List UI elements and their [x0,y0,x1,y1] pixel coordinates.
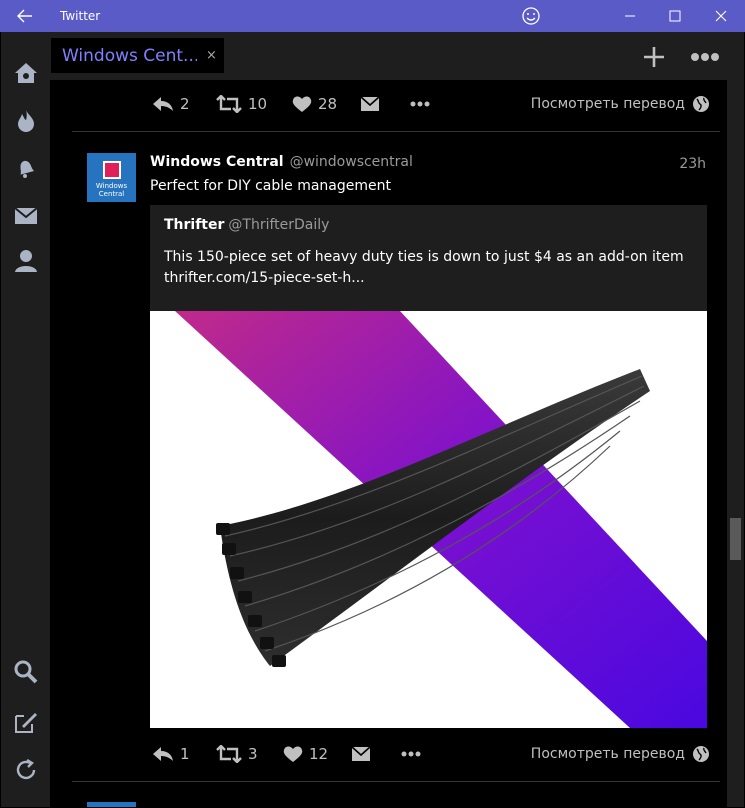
tweet-divider [72,781,720,782]
mail-icon [13,207,38,224]
window-title: Twitter [60,9,101,23]
dm-icon [360,96,380,111]
scrollbar-thumb[interactable] [730,518,741,560]
add-column-button[interactable] [639,42,669,72]
reply-icon [153,97,173,111]
heart-icon [283,746,303,762]
emoji-icon[interactable] [521,6,541,26]
more-icon [401,751,421,757]
author-name[interactable]: Windows Central [150,154,284,170]
maximize-icon [669,10,681,22]
reply-count: 1 [180,745,190,763]
prev-translate-link[interactable]: Посмотреть перевод [531,95,710,113]
back-arrow-icon [17,9,32,23]
avatar-text-line2: Central [98,190,125,198]
tweet-media-image[interactable] [150,311,707,728]
retweet-count: 3 [248,745,258,763]
prev-more-button[interactable] [410,101,430,107]
prev-like-button[interactable]: 28 [292,95,337,113]
prev-translate-label: Посмотреть перевод [530,96,685,112]
bell-icon [19,160,34,178]
close-button[interactable] [698,0,744,32]
quote-author-handle: @ThrifterDaily [228,217,330,233]
prev-retweet-count: 10 [248,95,268,113]
author-handle[interactable]: @windowscentral [290,154,413,170]
tweet-feed: 2 10 28 Посмотреть перевод Windows Centr… [50,80,727,807]
nav-compose[interactable] [1,702,50,742]
globe-icon [693,746,709,762]
reply-icon [153,747,173,761]
profile-icon [14,250,37,272]
prev-reply-count: 2 [180,95,190,113]
refresh-icon [16,758,35,780]
quote-link[interactable]: thrifter.com/15-piece-set-h... [164,268,693,289]
nav-notifications[interactable] [1,148,50,188]
nav-search[interactable] [1,652,50,692]
quote-author: Thrifter @ThrifterDaily [164,217,693,233]
reply-button[interactable]: 1 [152,745,190,763]
compose-icon [14,713,37,733]
more-icon [691,53,719,61]
column-header: Windows Cent... × [50,32,744,80]
column-more-button[interactable] [689,42,721,72]
close-icon [715,10,727,22]
minimize-icon [625,15,635,17]
nav-trending[interactable] [1,101,50,141]
more-icon [410,101,430,107]
tweet-divider [72,131,720,132]
minimize-button[interactable] [607,0,653,32]
more-button[interactable] [401,751,421,757]
back-button[interactable] [0,0,50,32]
nav-home[interactable] [1,53,50,93]
dm-button[interactable] [351,746,371,762]
maximize-button[interactable] [652,0,698,32]
dm-icon [351,746,371,761]
quote-author-name: Thrifter [164,217,225,233]
heart-icon [292,96,312,112]
prev-dm-button[interactable] [360,96,380,112]
quoted-tweet[interactable]: Thrifter @ThrifterDaily This 150-piece se… [150,205,707,311]
like-count: 12 [309,745,329,763]
quote-text: This 150-piece set of heavy duty ties is… [164,247,693,289]
next-tweet-avatar[interactable] [87,802,136,807]
retweet-icon [216,95,242,113]
cable-ties-image [150,311,707,728]
prev-like-count: 28 [318,95,338,113]
translate-link[interactable]: Посмотреть перевод [531,745,710,763]
translate-label: Посмотреть перевод [530,746,685,762]
windows-central-logo [102,161,121,179]
home-icon [14,63,37,83]
nav-refresh[interactable] [1,750,50,790]
column-tab-close-button[interactable]: × [206,48,217,63]
tweet-timestamp: 23h [679,156,706,172]
prev-tweet-actions: 2 10 28 Посмотреть перевод [150,91,710,117]
nav-messages[interactable] [1,196,50,236]
nav-profile[interactable] [1,241,50,281]
quote-text-line1: This 150-piece set of heavy duty ties is… [164,249,684,265]
plus-icon [644,47,664,67]
avatar-text-line1: Windows [95,182,128,190]
trending-fire-icon [17,110,34,132]
prev-reply-button[interactable]: 2 [152,95,190,113]
title-bar: Twitter [0,0,745,32]
retweet-icon [216,745,242,763]
avatar[interactable]: Windows Central [87,153,136,202]
like-button[interactable]: 12 [283,745,328,763]
feed-scrollbar[interactable] [727,80,744,807]
prev-retweet-button[interactable]: 10 [216,95,267,113]
tweet-author[interactable]: Windows Central @windowscentral [150,154,413,170]
retweet-button[interactable]: 3 [216,745,258,763]
column-tab-label: Windows Cent... [62,45,197,66]
column-tab[interactable]: Windows Cent... × [51,38,224,73]
tweet-text: Perfect for DIY cable management [150,178,392,194]
search-icon [14,660,37,684]
globe-icon [693,96,709,112]
tweet-actions: 1 3 12 Посмотреть перевод [150,741,710,767]
left-nav [1,32,50,807]
